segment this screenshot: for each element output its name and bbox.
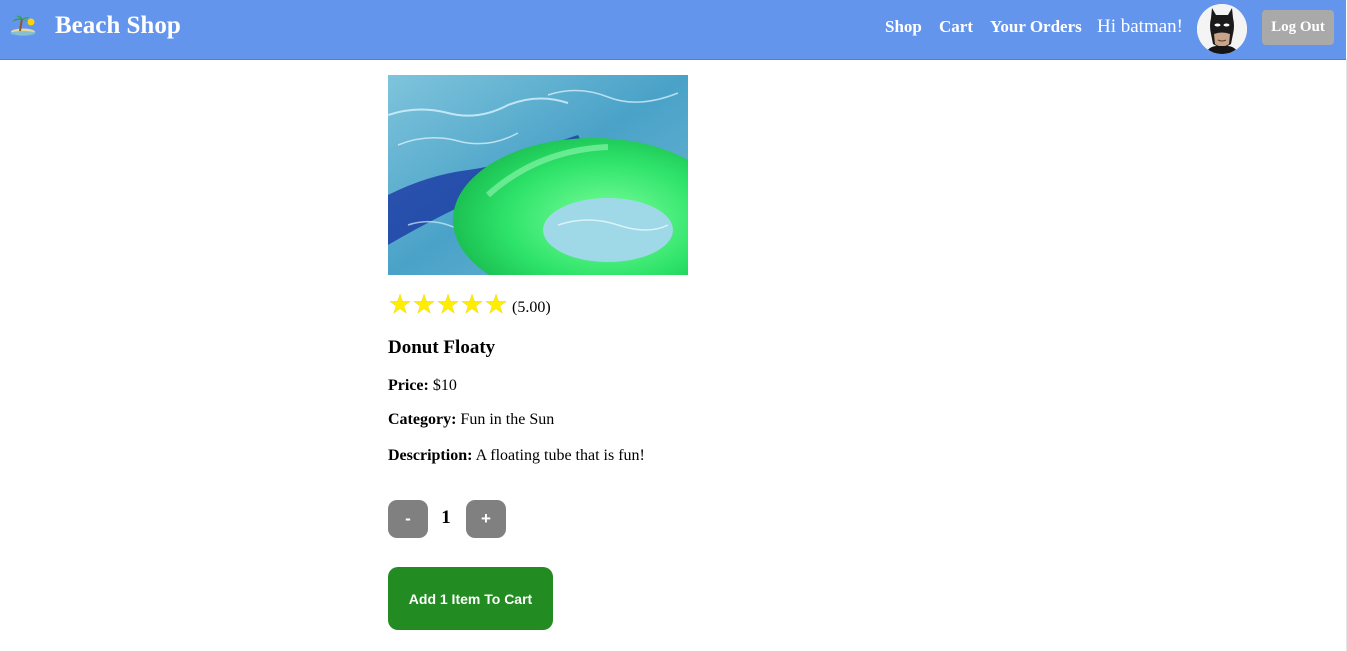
star-icon: ★ <box>412 290 436 320</box>
add-to-cart-button[interactable]: Add 1 Item To Cart <box>388 567 553 630</box>
brand-title[interactable]: Beach Shop <box>55 12 181 40</box>
navbar: Beach Shop Shop Cart Your Orders Hi batm… <box>0 0 1346 60</box>
category-value: Fun in the Sun <box>460 411 555 428</box>
description-label: Description: <box>388 447 473 464</box>
category-label: Category: <box>388 411 457 428</box>
product-image <box>388 75 688 275</box>
increment-quantity-button[interactable]: + <box>466 500 506 538</box>
price-value: $10 <box>432 377 457 394</box>
user-greeting: Hi batman! <box>1097 16 1184 37</box>
quantity-value: 1 <box>441 507 451 528</box>
nav-link-cart[interactable]: Cart <box>939 17 973 37</box>
description-value: A floating tube that is fun! <box>475 447 645 464</box>
product-category: Category: Fun in the Sun <box>388 411 554 429</box>
product-rating: ★ ★ ★ ★ ★ (5.00) <box>388 289 551 319</box>
nav-link-your-orders[interactable]: Your Orders <box>990 17 1082 37</box>
product-name: Donut Floaty <box>388 337 496 358</box>
avatar[interactable] <box>1197 4 1247 54</box>
star-icon: ★ <box>484 290 508 320</box>
star-icon: ★ <box>460 290 484 320</box>
product-price: Price: $10 <box>388 377 457 395</box>
decrement-quantity-button[interactable]: - <box>388 500 428 538</box>
star-icon: ★ <box>436 290 460 320</box>
star-icon: ★ <box>388 290 412 320</box>
product-description: Description: A floating tube that is fun… <box>388 447 645 465</box>
nav-link-shop[interactable]: Shop <box>885 17 922 37</box>
price-label: Price: <box>388 377 429 394</box>
logout-button[interactable]: Log Out <box>1262 10 1334 45</box>
rating-value: (5.00) <box>512 299 551 316</box>
beach-island-icon[interactable] <box>9 15 37 37</box>
